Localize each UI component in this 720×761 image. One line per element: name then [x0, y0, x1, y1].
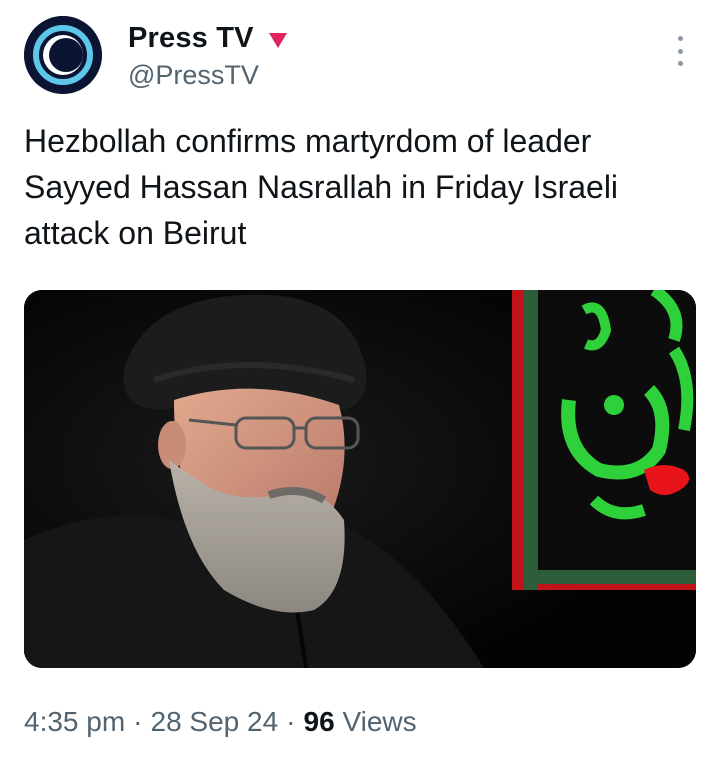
- meta-separator: ·: [133, 706, 143, 737]
- author-name-row: Press TV: [128, 22, 288, 55]
- display-name[interactable]: Press TV: [128, 22, 254, 55]
- tweet-time[interactable]: 4:35 pm: [24, 706, 125, 738]
- tweet-text: Hezbollah confirms martyrdom of leader S…: [24, 123, 619, 251]
- more-options-icon[interactable]: [666, 36, 694, 66]
- user-handle[interactable]: @PressTV: [128, 60, 259, 91]
- views-label: Views: [342, 706, 417, 737]
- red-triangle-icon: [268, 32, 287, 48]
- presstv-logo-icon: [24, 16, 102, 94]
- avatar[interactable]: [24, 16, 102, 94]
- photo-icon: [24, 290, 696, 668]
- views-count: 96: [303, 706, 335, 737]
- meta-separator: ·: [286, 706, 296, 737]
- tweet-date[interactable]: 28 Sep 24: [151, 706, 279, 738]
- tweet-meta: 4:35 pm · 28 Sep 24 · 96 Views: [24, 706, 417, 738]
- tweet-photo[interactable]: [24, 290, 696, 668]
